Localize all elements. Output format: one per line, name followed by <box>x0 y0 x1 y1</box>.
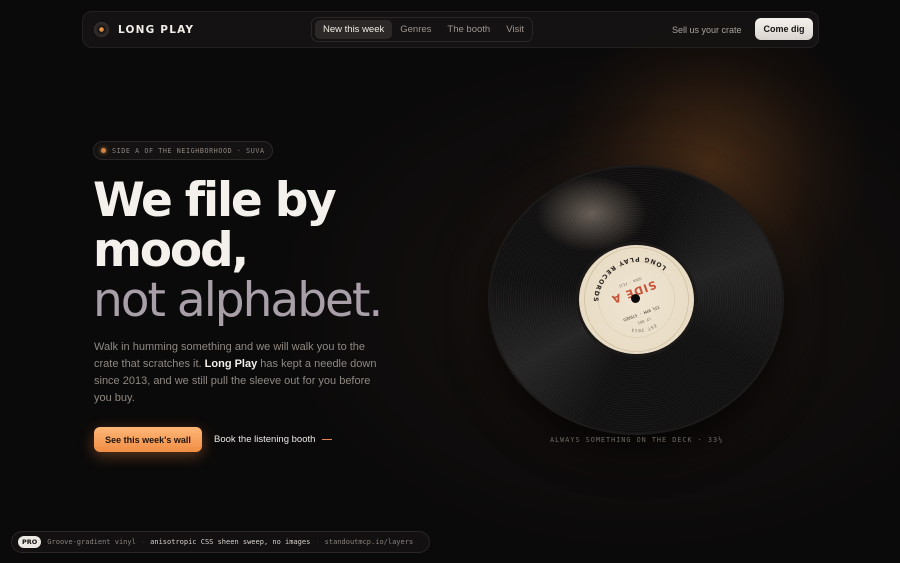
top-nav: LONG PLAY New this week Genres The booth… <box>82 11 819 48</box>
hero-lede: Walk in humming something and we will wa… <box>94 339 384 407</box>
headline-line-2: mood, <box>93 223 249 278</box>
status-dot-icon <box>101 148 106 153</box>
tab-new-this-week[interactable]: New this week <box>315 20 393 39</box>
page: LONG PLAY New this week Genres The booth… <box>0 0 900 563</box>
dash-icon <box>322 439 333 440</box>
tab-the-booth[interactable]: The booth <box>439 20 498 39</box>
eyebrow-badge: SIDE A OF THE NEIGHBORHOOD · SUVA <box>93 141 273 160</box>
separator-dot: · <box>141 538 145 546</box>
tab-visit[interactable]: Visit <box>498 20 532 39</box>
brand-name: LONG PLAY <box>118 23 195 36</box>
sell-crate-link[interactable]: Sell us your crate <box>672 25 742 35</box>
footer-item-2-text: anisotropic CSS sheen sweep, no images <box>150 538 311 546</box>
footer-item-2: anisotropic CSS sheen sweep, no images <box>150 538 310 546</box>
separator-dot: · <box>316 538 319 546</box>
deck-caption: ALWAYS SOMETHING ON THE DECK · 33⅓ <box>550 436 724 444</box>
come-dig-button[interactable]: Come dig <box>755 18 813 40</box>
hero-headline: We file by mood, not alphabet. <box>93 176 423 326</box>
tab-genres[interactable]: Genres <box>392 20 439 39</box>
vinyl-record: LONG PLAY RECORDS EST 2013 LP 001 33⅓ RP… <box>488 165 784 435</box>
pro-footer-badge[interactable]: PRO Groove-gradient vinyl · anisotropic … <box>11 531 430 553</box>
footer-item-3[interactable]: standoutmcp.io/layers <box>325 538 414 546</box>
see-wall-button[interactable]: See this week's wall <box>94 427 202 452</box>
eyebrow-text: SIDE A OF THE NEIGHBORHOOD · SUVA <box>112 146 265 155</box>
pro-pill: PRO <box>18 536 42 548</box>
book-booth-label: Book the listening booth <box>214 434 316 445</box>
spindle-hole <box>631 294 640 303</box>
brand[interactable]: LONG PLAY <box>94 22 194 37</box>
nav-tabs: New this week Genres The booth Visit <box>311 17 533 42</box>
book-booth-link[interactable]: Book the listening booth <box>214 434 333 445</box>
headline-line-1: We file by <box>93 173 337 228</box>
lede-brand: Long Play <box>204 358 258 370</box>
footer-item-1: Groove-gradient vinyl <box>47 538 136 546</box>
headline-line-3: not alphabet. <box>93 273 383 328</box>
record-icon <box>94 22 109 37</box>
